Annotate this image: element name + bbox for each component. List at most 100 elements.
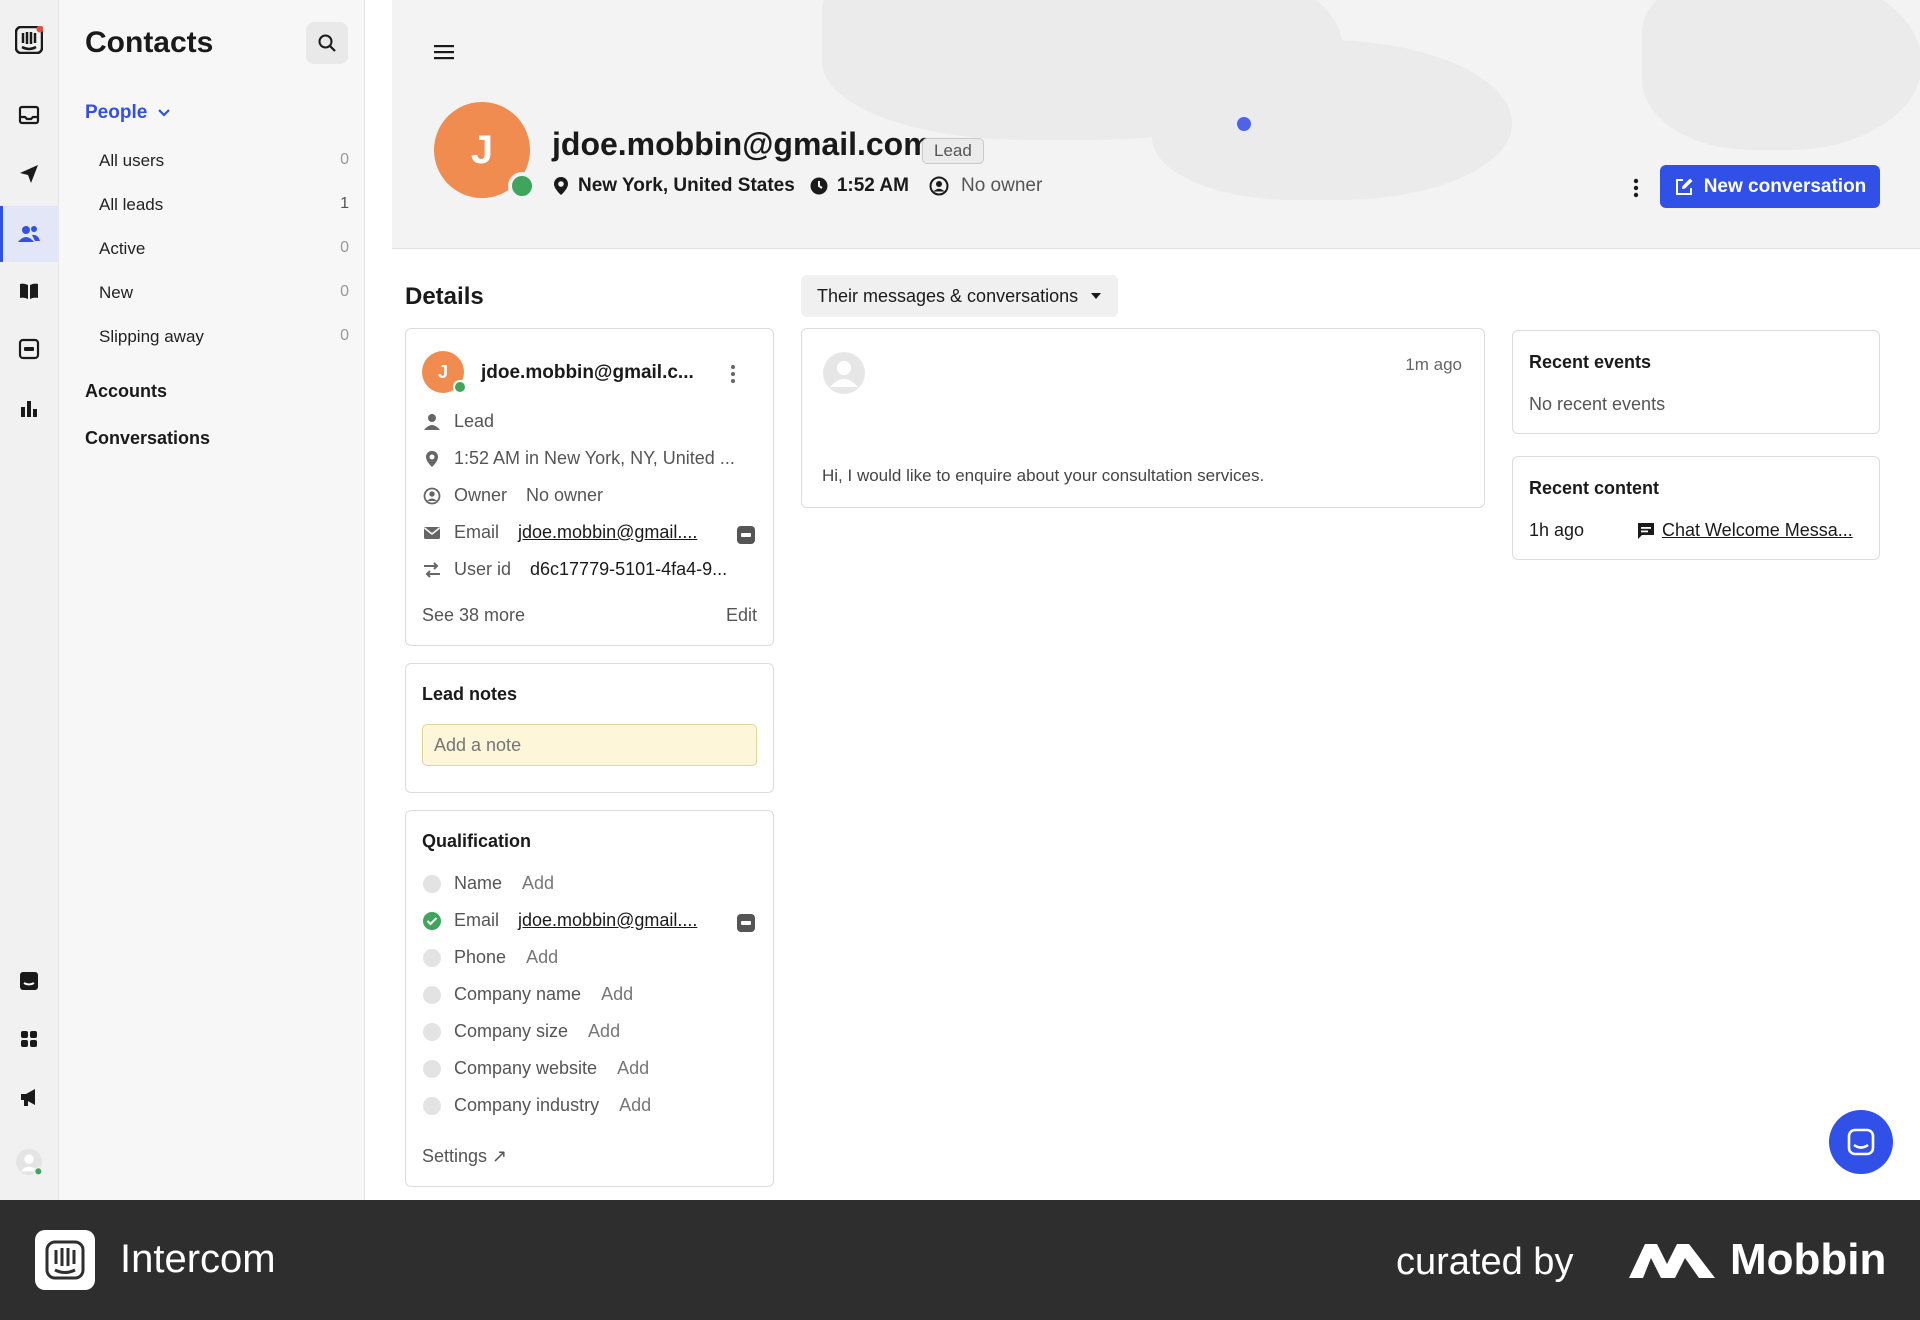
qualification-row-phone[interactable]: Phone Add [422, 947, 558, 968]
lead-notes-title: Lead notes [422, 684, 518, 704]
messenger-launcher-button[interactable] [1829, 1110, 1893, 1174]
reports-inbox-icon[interactable] [15, 335, 43, 363]
email-envelope-icon [424, 526, 440, 539]
see-more-link[interactable]: See 38 more [422, 605, 525, 626]
card-row-owner[interactable]: Owner No owner [422, 485, 603, 506]
qualification-row-company-industry[interactable]: Company industry Add [422, 1095, 651, 1116]
unchecked-circle-icon [423, 1059, 441, 1078]
new-conversation-button[interactable]: New conversation [1660, 165, 1880, 208]
copy-inbox-icon[interactable] [736, 525, 756, 545]
megaphone-icon[interactable] [15, 1083, 43, 1111]
apps-grid-icon[interactable] [15, 1025, 43, 1053]
card-userid-label: User id [454, 559, 512, 579]
qualification-title: Qualification [422, 831, 532, 851]
card-owner-value: No owner [526, 485, 604, 505]
qualification-value[interactable]: Add [617, 1058, 649, 1079]
sidebar-item-conversations[interactable]: Conversations [85, 428, 210, 449]
details-heading: Details [405, 283, 484, 310]
card-contact-name: jdoe.mobbin@gmail.c... [481, 362, 694, 383]
mobbin-logo-icon [1629, 1244, 1715, 1278]
qualification-row-company-size[interactable]: Company size Add [422, 1021, 620, 1042]
user-avatar[interactable] [15, 1148, 43, 1176]
qualification-label: Name [454, 873, 503, 893]
online-status-dot [453, 380, 467, 394]
card-row-email: Email jdoe.mobbin@gmail.... [422, 522, 697, 543]
qualification-card: Qualification Name Add Email jdoe.mobbin… [405, 810, 774, 1187]
recent-content-title: Recent content [1529, 478, 1660, 498]
card-more-icon[interactable] [728, 363, 738, 385]
hamburger-menu-icon[interactable] [432, 42, 456, 62]
qualification-value[interactable]: Add [619, 1095, 651, 1116]
card-row-location: 1:52 AM in New York, NY, United ... [422, 448, 735, 469]
card-email-label: Email [454, 522, 500, 542]
intercom-brand-icon [35, 1230, 95, 1290]
contact-details-card: J jdoe.mobbin@gmail.c... Lead 1:52 AM in… [405, 328, 774, 646]
outbound-send-icon[interactable] [15, 160, 43, 188]
map-location-dot [1234, 114, 1254, 134]
qualification-value[interactable]: Add [588, 1021, 620, 1042]
qualification-row-company-website[interactable]: Company website Add [422, 1058, 649, 1079]
avatar-initial: J [470, 127, 494, 172]
sidebar-item-all-users[interactable]: All users 0 [99, 151, 349, 171]
messages-filter-dropdown[interactable]: Their messages & conversations [801, 275, 1119, 317]
chevron-down-icon [158, 109, 171, 117]
qualification-value[interactable]: Add [522, 873, 554, 894]
bar-chart-icon[interactable] [15, 394, 43, 422]
sender-avatar-icon [823, 352, 865, 394]
message-item[interactable]: 1m ago Hi, I would like to enquire about… [801, 328, 1485, 508]
footer-banner: Intercom curated by Mobbin [0, 1200, 1920, 1320]
messenger-icon[interactable] [15, 967, 43, 995]
people-dropdown[interactable]: People [85, 102, 171, 124]
sidebar-item-count: 0 [340, 327, 349, 344]
clock-icon [810, 177, 828, 195]
recent-events-empty: No recent events [1529, 394, 1666, 414]
new-conversation-label: New conversation [1703, 175, 1867, 197]
contacts-people-icon[interactable] [15, 220, 43, 248]
qualification-value[interactable]: Add [601, 984, 633, 1005]
contact-owner: No owner [960, 175, 1043, 196]
sidebar-item-slipping-away[interactable]: Slipping away 0 [99, 327, 349, 347]
footer-curated-by: curated by [1396, 1241, 1574, 1283]
knowledge-book-icon[interactable] [15, 277, 43, 305]
qualification-value[interactable]: Add [526, 947, 558, 968]
qualification-row-company-name[interactable]: Company name Add [422, 984, 633, 1005]
sidebar-item-count: 0 [340, 283, 349, 300]
message-time: 1m ago [1405, 355, 1462, 374]
qualification-row-name[interactable]: Name Add [422, 873, 554, 894]
app-rail [0, 0, 59, 1200]
owner-person-icon [423, 487, 441, 504]
qualification-label: Company website [454, 1058, 598, 1078]
caret-down-icon [1091, 293, 1102, 299]
sidebar-item-label: All users [99, 151, 165, 170]
recent-content-card: Recent content 1h ago Chat Welcome Messa… [1512, 456, 1880, 560]
add-note-input[interactable] [422, 724, 757, 766]
contacts-sidebar: Contacts People All users 0 All leads 1 … [59, 0, 365, 1200]
more-options-icon[interactable] [1630, 176, 1642, 200]
edit-link[interactable]: Edit [726, 605, 757, 626]
sidebar-title: Contacts [85, 26, 214, 59]
copy-inbox-icon[interactable] [736, 913, 756, 933]
unchecked-circle-icon [423, 985, 441, 1004]
check-circle-icon [423, 911, 441, 930]
intercom-logo-icon[interactable] [15, 26, 43, 54]
people-label: People [85, 102, 148, 123]
contact-location: New York, United States [578, 175, 795, 196]
recent-content-link[interactable]: Chat Welcome Messa... [1662, 520, 1853, 541]
location-pin-icon [554, 177, 568, 195]
search-button[interactable] [306, 22, 348, 64]
qualification-label: Company size [454, 1021, 569, 1041]
inbox-icon[interactable] [15, 101, 43, 129]
footer-mobbin-name: Mobbin [1730, 1235, 1887, 1284]
sidebar-item-active[interactable]: Active 0 [99, 239, 349, 259]
map-landmass [1642, 0, 1920, 150]
unchecked-circle-icon [423, 1022, 441, 1041]
map-landmass [1152, 40, 1512, 200]
card-email-link[interactable]: jdoe.mobbin@gmail.... [518, 522, 697, 543]
qualification-email-link[interactable]: jdoe.mobbin@gmail.... [518, 910, 697, 931]
sidebar-item-accounts[interactable]: Accounts [85, 381, 167, 402]
sidebar-item-all-leads[interactable]: All leads 1 [99, 195, 349, 215]
qualification-settings-link[interactable]: Settings ↗ [422, 1146, 507, 1167]
sidebar-item-new[interactable]: New 0 [99, 283, 349, 303]
messages-filter-label: Their messages & conversations [817, 285, 1079, 306]
contact-avatar: J [434, 102, 536, 200]
